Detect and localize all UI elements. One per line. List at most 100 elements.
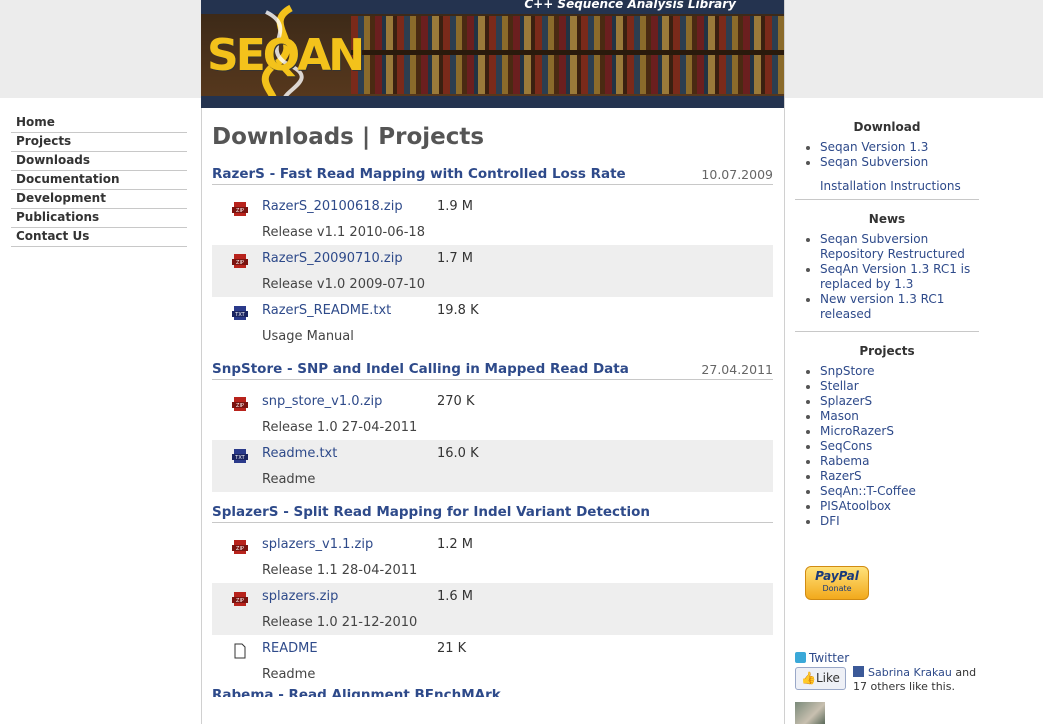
section-razers: RazerS - Fast Read Mapping with Controll… bbox=[212, 154, 773, 349]
download-link[interactable]: Seqan Subversion bbox=[795, 155, 979, 170]
file-row: TXT Readme.txt 16.0 K Readme bbox=[212, 440, 773, 492]
text-file-icon: TXT bbox=[232, 306, 248, 320]
facebook-like-text: Sabrina Krakau and 17 others like this. bbox=[853, 666, 983, 694]
file-row: ZIP splazers.zip 1.6 M Release 1.0 21-12… bbox=[212, 583, 773, 635]
file-link[interactable]: Readme.txt bbox=[262, 446, 337, 461]
paypal-brand: PayPal bbox=[815, 569, 859, 583]
facebook-icon bbox=[853, 666, 864, 677]
facebook-friend-link[interactable]: Sabrina Krakau bbox=[868, 666, 952, 679]
file-size: 1.7 M bbox=[437, 251, 474, 266]
section-header: SplazerS - Split Read Mapping for Indel … bbox=[212, 492, 773, 523]
news-item[interactable]: Seqan Subversion Repository Restructured bbox=[795, 232, 979, 262]
file-row: ZIP splazers_v1.1.zip 1.2 M Release 1.1 … bbox=[212, 531, 773, 583]
nav-item-contact-us[interactable]: Contact Us bbox=[11, 228, 187, 247]
zip-file-icon: ZIP bbox=[232, 540, 248, 554]
nav-item-documentation[interactable]: Documentation bbox=[11, 171, 187, 190]
zip-file-icon: ZIP bbox=[232, 592, 248, 606]
project-link[interactable]: DFI bbox=[795, 514, 979, 529]
file-size: 21 K bbox=[437, 641, 467, 656]
file-size: 1.6 M bbox=[437, 589, 474, 604]
nav-item-downloads[interactable]: Downloads bbox=[11, 152, 187, 171]
svg-text:ZIP: ZIP bbox=[236, 403, 244, 409]
nav-item-projects[interactable]: Projects bbox=[11, 133, 187, 152]
project-link[interactable]: Stellar bbox=[795, 379, 979, 394]
file-description: Release v1.1 2010-06-18 bbox=[262, 225, 425, 240]
downloads-content: Downloads | Projects RazerS - Fast Read … bbox=[212, 120, 773, 697]
project-link[interactable]: RazerS bbox=[795, 469, 979, 484]
project-link[interactable]: PISAtoolbox bbox=[795, 499, 979, 514]
project-link[interactable]: SeqAn::T-Coffee bbox=[795, 484, 979, 499]
avatar[interactable] bbox=[795, 702, 825, 724]
section-splazers: SplazerS - Split Read Mapping for Indel … bbox=[212, 492, 773, 687]
file-link[interactable]: README bbox=[262, 641, 318, 656]
file-link[interactable]: RazerS_20090710.zip bbox=[262, 251, 403, 266]
section-date: 27.04.2011 bbox=[701, 362, 773, 377]
file-link[interactable]: splazers_v1.1.zip bbox=[262, 537, 373, 552]
file-description: Release 1.1 28-04-2011 bbox=[262, 563, 418, 578]
nav-item-publications[interactable]: Publications bbox=[11, 209, 187, 228]
file-row: ZIP RazerS_20090710.zip 1.7 M Release v1… bbox=[212, 245, 773, 297]
project-link[interactable]: Rabema bbox=[795, 454, 979, 469]
file-size: 16.0 K bbox=[437, 446, 479, 461]
news-heading: News bbox=[868, 212, 906, 226]
project-link[interactable]: SplazerS bbox=[795, 394, 979, 409]
twitter-label: Twitter bbox=[809, 651, 850, 665]
svg-text:ZIP: ZIP bbox=[236, 208, 244, 214]
zip-file-icon: ZIP bbox=[232, 202, 248, 216]
thumbs-up-icon: 👍 bbox=[801, 671, 816, 685]
file-row: README 21 K Readme bbox=[212, 635, 773, 687]
file-row: ZIP RazerS_20100618.zip 1.9 M Release v1… bbox=[212, 193, 773, 245]
zip-file-icon: ZIP bbox=[232, 397, 248, 411]
twitter-icon bbox=[795, 652, 806, 663]
zip-file-icon: ZIP bbox=[232, 254, 248, 268]
svg-text:TXT: TXT bbox=[234, 455, 245, 461]
news-item[interactable]: SeqAn Version 1.3 RC1 is replaced by 1.3 bbox=[795, 262, 979, 292]
news-item[interactable]: New version 1.3 RC1 released bbox=[795, 292, 979, 322]
installation-instructions-link[interactable]: Installation Instructions bbox=[795, 179, 979, 193]
facebook-like-button[interactable]: 👍Like bbox=[795, 667, 846, 690]
page-title: Downloads | Projects bbox=[212, 124, 485, 150]
nav-item-home[interactable]: Home bbox=[11, 115, 187, 133]
nav-item-development[interactable]: Development bbox=[11, 190, 187, 209]
section-date: 10.07.2009 bbox=[701, 167, 773, 182]
file-size: 270 K bbox=[437, 394, 475, 409]
file-size: 19.8 K bbox=[437, 303, 479, 318]
section-title[interactable]: RazerS - Fast Read Mapping with Controll… bbox=[212, 166, 626, 182]
download-heading: Download bbox=[853, 120, 921, 134]
project-link[interactable]: MicroRazerS bbox=[795, 424, 979, 439]
file-size: 1.2 M bbox=[437, 537, 474, 552]
section-snpstore: SnpStore - SNP and Indel Calling in Mapp… bbox=[212, 349, 773, 492]
file-link[interactable]: splazers.zip bbox=[262, 589, 338, 604]
file-description: Release 1.0 21-12-2010 bbox=[262, 615, 418, 630]
section-title-cutoff[interactable]: Rabema - Read Alignment BEnchMArk bbox=[212, 687, 773, 697]
right-sidebar: Download Seqan Version 1.3 Seqan Subvers… bbox=[795, 120, 979, 529]
twitter-link[interactable]: Twitter bbox=[795, 651, 849, 665]
paypal-donate-button[interactable]: PayPal Donate bbox=[805, 566, 869, 600]
project-link[interactable]: Mason bbox=[795, 409, 979, 424]
section-header: RazerS - Fast Read Mapping with Controll… bbox=[212, 154, 773, 185]
file-size: 1.9 M bbox=[437, 199, 474, 214]
banner-tagline: C++ Sequence Analysis Library bbox=[524, 0, 736, 11]
file-description: Release v1.0 2009-07-10 bbox=[262, 277, 425, 292]
file-row: ZIP snp_store_v1.0.zip 270 K Release 1.0… bbox=[212, 388, 773, 440]
section-header: SnpStore - SNP and Indel Calling in Mapp… bbox=[212, 349, 773, 380]
like-label: Like bbox=[816, 671, 840, 685]
svg-text:TXT: TXT bbox=[234, 312, 245, 318]
text-file-icon: TXT bbox=[232, 449, 248, 463]
file-link[interactable]: RazerS_20100618.zip bbox=[262, 199, 403, 214]
project-link[interactable]: SeqCons bbox=[795, 439, 979, 454]
file-row: TXT RazerS_README.txt 19.8 K Usage Manua… bbox=[212, 297, 773, 349]
download-list: Seqan Version 1.3 Seqan Subversion bbox=[795, 140, 979, 170]
project-link[interactable]: SnpStore bbox=[795, 364, 979, 379]
section-title[interactable]: SnpStore - SNP and Indel Calling in Mapp… bbox=[212, 361, 629, 377]
seqan-logo: SEQAN bbox=[207, 30, 365, 81]
news-list: Seqan Subversion Repository Restructured… bbox=[795, 232, 979, 322]
file-link[interactable]: RazerS_README.txt bbox=[262, 303, 391, 318]
site-banner[interactable]: SEQAN C++ Sequence Analysis Library bbox=[201, 0, 784, 108]
svg-text:ZIP: ZIP bbox=[236, 260, 244, 266]
download-link[interactable]: Seqan Version 1.3 bbox=[795, 140, 979, 155]
file-link[interactable]: snp_store_v1.0.zip bbox=[262, 394, 382, 409]
section-title[interactable]: SplazerS - Split Read Mapping for Indel … bbox=[212, 504, 650, 520]
file-description: Release 1.0 27-04-2011 bbox=[262, 420, 418, 435]
shelf-divider bbox=[351, 50, 784, 55]
